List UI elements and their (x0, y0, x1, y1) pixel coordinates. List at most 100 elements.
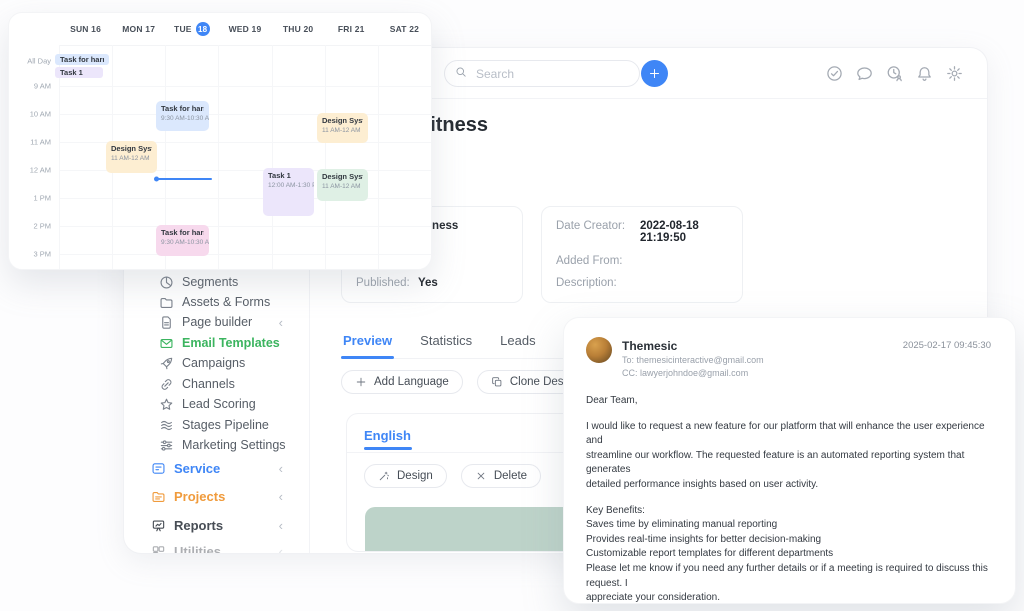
bell-icon[interactable] (916, 65, 933, 82)
sidebar-item-projects[interactable]: Projects‹ (124, 484, 309, 508)
calendar-event[interactable]: Task 1 12:00 AM-1:30 PM (263, 168, 314, 216)
email-preview-card: Themesic To: themesicinteractive@gmail.c… (563, 317, 1016, 604)
event-title: Design System (322, 172, 363, 181)
chevron-collapse-icon[interactable]: ‹ (279, 519, 283, 532)
sidebar-item-channels[interactable]: Channels (124, 374, 309, 394)
sidebar-item-reports[interactable]: Reports‹ (124, 513, 309, 537)
calendar-day-mon-17[interactable]: MON 17 (112, 13, 165, 45)
calendar-event[interactable]: Design System11 AM-12 AM (317, 113, 368, 143)
calendar-day-sun-16[interactable]: SUN 16 (59, 13, 112, 45)
calendar-day-header: SUN 16 MON 17TUE18 WED 19 THU 20 FRI 21 SAT 2… (59, 13, 431, 46)
calendar-event[interactable]: Design System11 AM-12 AM (106, 141, 157, 173)
tab-statistics[interactable]: Statistics (418, 333, 474, 348)
calendar-day-sat-22[interactable]: SAT 22 (378, 13, 431, 45)
search-input-wrap[interactable] (444, 60, 640, 87)
content-toolbar: Add LanguageClone Design (341, 370, 593, 394)
event-time: 12:00 AM-1:30 PM (268, 182, 309, 189)
email-cc: CC: lawyerjohndoe@gmail.com (622, 368, 748, 378)
chevron-collapse-icon[interactable]: ‹ (279, 316, 283, 329)
grid-line (59, 254, 431, 255)
tab-preview[interactable]: Preview (341, 333, 394, 348)
event-title: Design System (322, 116, 363, 125)
day-label: WED 19 (229, 24, 262, 34)
now-line (156, 178, 212, 180)
email-paragraph: Dear Team, (586, 394, 999, 409)
grid-line (378, 45, 379, 269)
search-input[interactable] (474, 66, 629, 82)
folder-icon (159, 295, 174, 310)
sidebar-item-utilities[interactable]: Utilities‹ (124, 539, 309, 554)
time-label: 12 AM (9, 166, 51, 175)
x-icon (475, 470, 487, 482)
plus-icon (355, 376, 367, 388)
day-label: FRI 21 (338, 24, 365, 34)
calendar-day-fri-21[interactable]: FRI 21 (325, 13, 378, 45)
event-time: 9:30 AM-10:30 AM (161, 115, 204, 122)
sliders-icon (159, 438, 174, 453)
sidebar-item-label: Lead Scoring (182, 397, 256, 411)
event-time: 11 AM-12 AM (111, 155, 152, 162)
time-label: 9 AM (9, 82, 51, 91)
sidebar-item-stages-pipeline[interactable]: Stages Pipeline (124, 415, 309, 435)
sidebar-item-label: Assets & Forms (182, 295, 270, 309)
time-label: 10 AM (9, 110, 51, 119)
grid-line (272, 45, 273, 269)
reports-icon (151, 518, 166, 533)
user-clock-icon[interactable] (886, 65, 903, 82)
sidebar-item-label: Service (174, 461, 220, 476)
chevron-collapse-icon[interactable]: ‹ (279, 545, 283, 555)
chat-icon[interactable] (856, 65, 873, 82)
calendar-event[interactable]: Task for harry... (55, 54, 109, 65)
sidebar-item-marketing-settings[interactable]: Marketing Settings (124, 435, 309, 455)
email-paragraph: Key Benefits: Saves time by eliminating … (586, 504, 999, 604)
info-label-added-from: Added From: (556, 255, 640, 267)
event-time: 9:30 AM-10:30 AM (161, 239, 204, 246)
star-icon (159, 397, 174, 412)
search-icon (455, 65, 467, 83)
chevron-collapse-icon[interactable]: ‹ (279, 462, 283, 475)
segments-icon (159, 275, 174, 290)
info-label-published: Published: (356, 277, 418, 289)
sidebar-item-email-templates[interactable]: Email Templates (124, 333, 309, 353)
calendar-day-thu-20[interactable]: THU 20 (272, 13, 325, 45)
info-row-description: Description: (556, 277, 728, 289)
sidebar-item-assets-forms[interactable]: Assets & Forms (124, 292, 309, 312)
calendar-day-wed-19[interactable]: WED 19 (218, 13, 271, 45)
event-title: Task 1 (268, 171, 309, 180)
grid-line (325, 45, 326, 269)
event-title: Task 1 (60, 68, 83, 77)
add-button[interactable] (641, 60, 668, 87)
add-language-button[interactable]: Add Language (341, 370, 463, 394)
event-time: 11 AM-12 AM (322, 183, 363, 190)
chevron-collapse-icon[interactable]: ‹ (279, 490, 283, 503)
info-row-date-creator: Date Creator: 2022-08-18 21:19:50 (556, 220, 728, 244)
campaign-icon (159, 356, 174, 371)
design-button[interactable]: Design (364, 464, 447, 488)
tab-english[interactable]: English (364, 428, 411, 443)
sidebar-item-page-builder[interactable]: Page builder ‹ (124, 312, 309, 332)
time-label: 11 AM (9, 138, 51, 147)
calendar-event[interactable]: Task 1 (55, 67, 103, 78)
check-circle-icon[interactable] (826, 65, 843, 82)
utilities-icon (151, 544, 166, 555)
calendar-day-tue[interactable]: TUE18 (165, 13, 218, 45)
time-label: 1 PM (9, 194, 51, 203)
button-label: Add Language (374, 376, 449, 388)
calendar-event[interactable]: Task for harry...9:30 AM-10:30 AM (156, 101, 209, 131)
calendar-event[interactable]: Design System 11 AM-12 AM (317, 169, 368, 201)
sidebar-item-service[interactable]: Service ‹ (124, 456, 309, 480)
delete-button[interactable]: Delete (461, 464, 541, 488)
sidebar-item-label: Marketing Settings (182, 438, 286, 452)
gear-icon[interactable] (946, 65, 963, 82)
info-row-published: Published: Yes (356, 277, 508, 289)
sidebar-item-lead-scoring[interactable]: Lead Scoring (124, 394, 309, 414)
calendar-event[interactable]: Task for harry...9:30 AM-10:30 AM (156, 225, 209, 256)
sidebar-item-segments[interactable]: Segments (124, 272, 309, 292)
button-label: Delete (494, 470, 527, 482)
day-label: SUN 16 (70, 24, 101, 34)
sidebar-item-label: Page builder (182, 315, 252, 329)
tab-leads[interactable]: Leads (498, 333, 537, 348)
tab-english-underline (364, 447, 412, 450)
sidebar-item-label: Stages Pipeline (182, 418, 269, 432)
sidebar-item-campaigns[interactable]: Campaigns (124, 353, 309, 373)
